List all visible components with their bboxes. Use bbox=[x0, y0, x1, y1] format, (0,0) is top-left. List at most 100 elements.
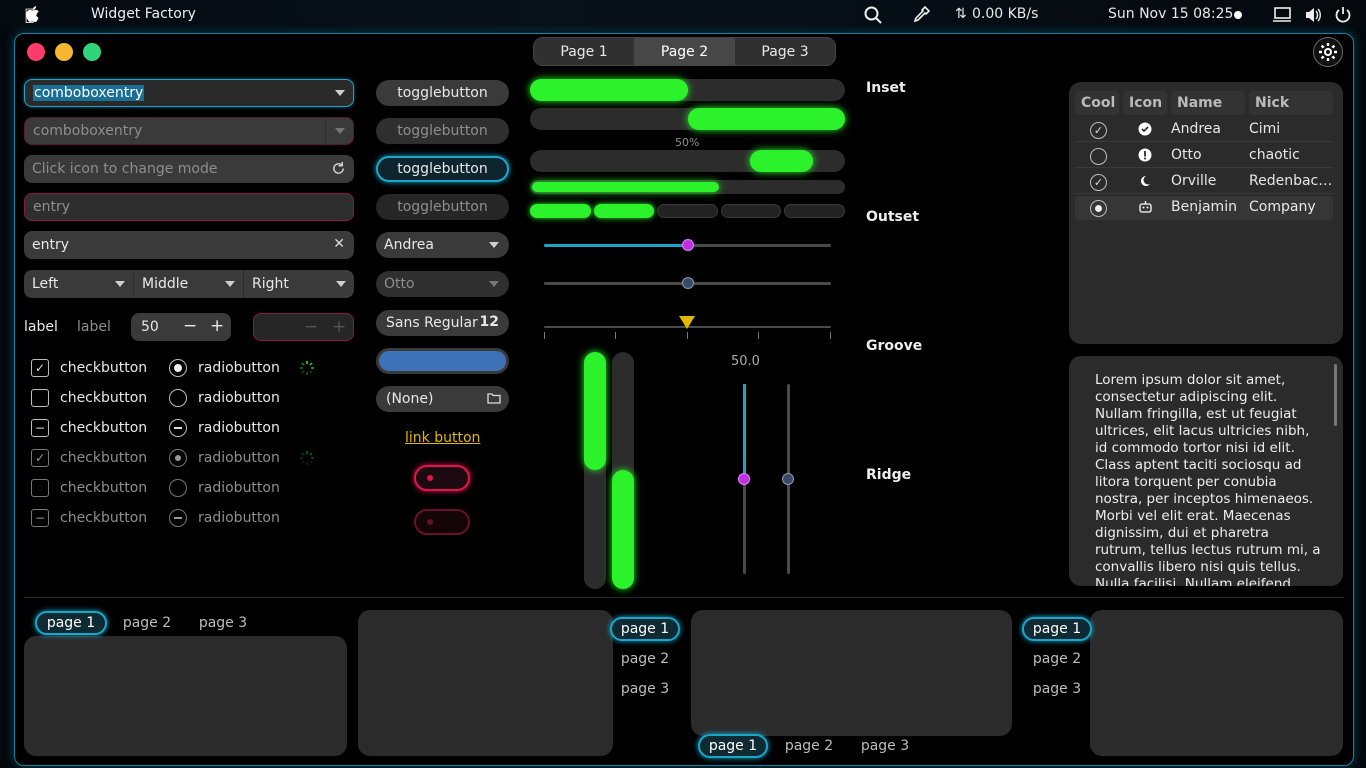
notebook-2-tab-2[interactable]: page 2 bbox=[610, 647, 680, 671]
text-view-content[interactable]: Lorem ipsum dolor sit amet, consectetur … bbox=[1095, 372, 1323, 586]
network-wired-icon[interactable] bbox=[1272, 6, 1292, 28]
dropdown-middle[interactable]: Middle bbox=[134, 270, 244, 298]
spinner-icon bbox=[299, 360, 315, 380]
clear-icon[interactable]: ✕ bbox=[333, 236, 345, 252]
notebook-1-tab-3[interactable]: page 3 bbox=[187, 611, 259, 635]
row-check-icon[interactable] bbox=[1090, 148, 1107, 165]
notebook-4-tab-3[interactable]: page 3 bbox=[1022, 677, 1092, 701]
checkbutton-label: checkbutton bbox=[60, 480, 148, 496]
scale-horizontal[interactable] bbox=[544, 239, 831, 251]
radio-unselected[interactable] bbox=[169, 389, 187, 407]
entry-error[interactable]: entry bbox=[24, 193, 354, 221]
combo-label: Andrea bbox=[384, 237, 434, 253]
scale-with-marks[interactable] bbox=[544, 316, 831, 339]
notification-dot-icon bbox=[1234, 11, 1242, 19]
table-row-selected[interactable]: Benjamin Company bbox=[1075, 196, 1333, 220]
column-header-icon[interactable]: Icon bbox=[1123, 91, 1167, 115]
minus-icon: − bbox=[304, 317, 319, 337]
entry-with-clear[interactable]: entry ✕ bbox=[24, 231, 354, 259]
chevron-down-icon bbox=[325, 118, 353, 144]
cell-nick: chaotic bbox=[1249, 147, 1300, 163]
file-chooser-button[interactable]: (None) bbox=[376, 386, 509, 412]
scale-marker[interactable] bbox=[679, 316, 695, 329]
cell-name: Orville bbox=[1171, 173, 1217, 189]
combo-andrea[interactable]: Andrea bbox=[376, 232, 509, 258]
color-picker-icon[interactable] bbox=[912, 5, 931, 28]
combo-label: Otto bbox=[384, 276, 415, 292]
close-button[interactable] bbox=[27, 43, 45, 61]
radiobutton-label: radiobutton bbox=[198, 420, 280, 436]
app-name[interactable]: Widget Factory bbox=[91, 6, 196, 22]
notebook-4-tab-1[interactable]: page 1 bbox=[1022, 617, 1092, 641]
notebook-3-tab-3[interactable]: page 3 bbox=[850, 734, 920, 758]
row-check-icon[interactable]: ✓ bbox=[1090, 122, 1107, 139]
notebook-2-tab-1[interactable]: page 1 bbox=[610, 617, 680, 641]
column-header-name[interactable]: Name bbox=[1171, 91, 1245, 115]
checkbox-unchecked[interactable] bbox=[31, 389, 49, 407]
combo-entry-focused[interactable]: comboboxentry bbox=[24, 79, 354, 107]
power-icon[interactable] bbox=[1334, 6, 1352, 28]
table-row[interactable]: Otto chaotic bbox=[1075, 144, 1333, 168]
row-radio-icon[interactable] bbox=[1090, 200, 1107, 217]
table-row[interactable]: ✓ Andrea Cimi bbox=[1075, 118, 1333, 142]
notebook-2-tab-3[interactable]: page 3 bbox=[610, 677, 680, 701]
notebook-4-page bbox=[1090, 610, 1343, 756]
column-header-nick[interactable]: Nick bbox=[1249, 91, 1333, 115]
dropdown-left[interactable]: Left bbox=[24, 270, 134, 298]
scrollbar[interactable] bbox=[1334, 364, 1337, 426]
notebook-1-tab-1[interactable]: page 1 bbox=[35, 611, 107, 635]
network-speed: 0.00 KB/s bbox=[972, 6, 1039, 22]
color-button[interactable] bbox=[376, 348, 509, 374]
checkbox-mixed[interactable]: − bbox=[31, 419, 49, 437]
progress-bar-thin bbox=[530, 180, 845, 194]
text-view[interactable]: Lorem ipsum dolor sit amet, consectetur … bbox=[1069, 356, 1343, 586]
scale-tick bbox=[544, 332, 545, 339]
spin-button[interactable]: 50 − + bbox=[131, 313, 231, 341]
radio-mixed[interactable] bbox=[169, 419, 187, 437]
radio-selected[interactable] bbox=[169, 359, 187, 377]
top-bar:  Widget Factory ⇅ 0.00 KB/s Sun Nov 15 … bbox=[0, 0, 1366, 30]
notebook-3-tab-1[interactable]: page 1 bbox=[698, 734, 768, 758]
notebook-4-tab-2[interactable]: page 2 bbox=[1022, 647, 1092, 671]
minus-icon[interactable]: − bbox=[183, 316, 197, 336]
toggle-button[interactable]: togglebutton bbox=[376, 80, 509, 106]
search-icon[interactable] bbox=[864, 6, 882, 28]
mode-entry[interactable]: Click icon to change mode bbox=[24, 155, 354, 183]
checkbutton-label: checkbutton bbox=[60, 360, 148, 376]
chevron-down-icon[interactable] bbox=[325, 80, 353, 106]
row-check-icon[interactable]: ✓ bbox=[1090, 174, 1107, 191]
progress-bar-pulse bbox=[530, 150, 845, 172]
scale-vertical[interactable] bbox=[738, 384, 750, 574]
switch-toggle[interactable] bbox=[414, 465, 470, 491]
scale-knob[interactable] bbox=[782, 473, 794, 485]
progress-fill bbox=[612, 470, 634, 589]
tab-page-1[interactable]: Page 1 bbox=[534, 38, 634, 65]
mode-entry-placeholder: Click icon to change mode bbox=[32, 161, 218, 177]
spinner-icon-disabled bbox=[299, 450, 315, 470]
toggle-button-active[interactable]: togglebutton bbox=[376, 156, 509, 182]
scale-knob[interactable] bbox=[681, 277, 694, 289]
progress-bar-inverted bbox=[530, 108, 845, 130]
notebook-3-tab-2[interactable]: page 2 bbox=[774, 734, 844, 758]
font-button[interactable]: Sans Regular 12 bbox=[376, 310, 509, 336]
scale-horizontal-2[interactable] bbox=[544, 277, 831, 289]
column-header-cool[interactable]: Cool bbox=[1075, 91, 1119, 115]
refresh-icon[interactable] bbox=[331, 161, 346, 180]
dropdown-right[interactable]: Right bbox=[244, 270, 354, 298]
scale-knob[interactable] bbox=[738, 473, 750, 485]
minimize-button[interactable] bbox=[55, 43, 73, 61]
clock[interactable]: Sun Nov 15 08:25 bbox=[1108, 6, 1233, 22]
gear-icon[interactable] bbox=[1313, 37, 1343, 67]
checkbox-checked[interactable]: ✓ bbox=[31, 359, 49, 377]
switch-indicator bbox=[427, 475, 433, 481]
tab-page-2[interactable]: Page 2 bbox=[634, 38, 735, 65]
tab-page-3[interactable]: Page 3 bbox=[735, 38, 835, 65]
plus-icon[interactable]: + bbox=[210, 316, 224, 336]
scale-knob[interactable] bbox=[681, 239, 694, 251]
table-row[interactable]: ✓ Orville Redenbac… bbox=[1075, 170, 1333, 194]
scale-vertical-2[interactable] bbox=[782, 384, 794, 574]
notebook-1-tab-2[interactable]: page 2 bbox=[111, 611, 183, 635]
maximize-button[interactable] bbox=[83, 43, 101, 61]
link-button[interactable]: link button bbox=[405, 430, 480, 446]
volume-icon[interactable] bbox=[1304, 6, 1322, 28]
